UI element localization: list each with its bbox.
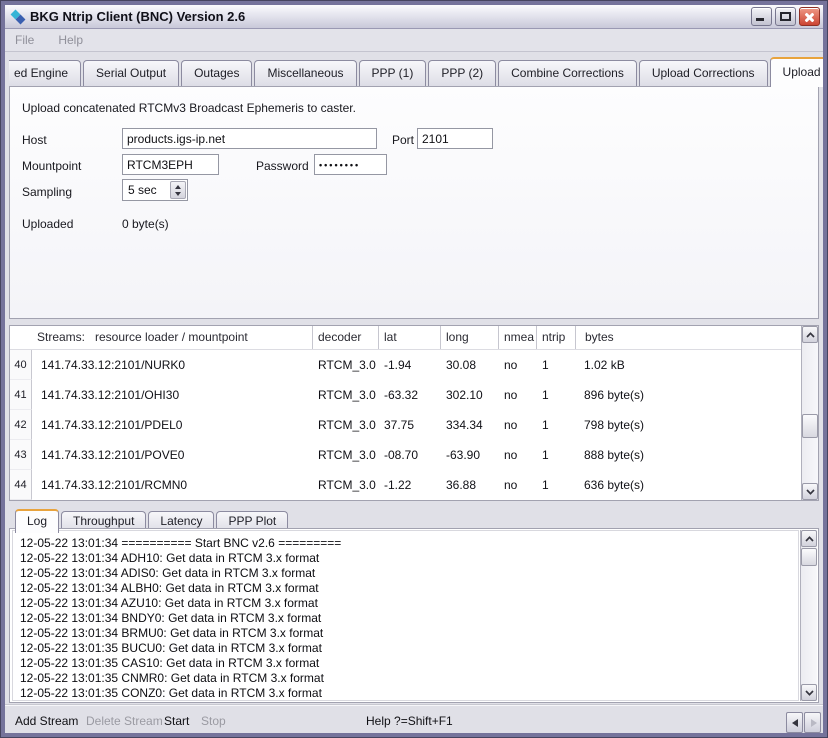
header-mountpoint[interactable]: Streams: resource loader / mountpoint bbox=[32, 326, 312, 349]
upload-ephemeris-panel: Upload concatenated RTCMv3 Broadcast Eph… bbox=[9, 86, 819, 319]
delete-stream-button[interactable]: Delete Stream bbox=[86, 714, 163, 728]
panel-description: Upload concatenated RTCMv3 Broadcast Eph… bbox=[22, 101, 356, 115]
menu-file[interactable]: File bbox=[15, 33, 34, 47]
header-long[interactable]: long bbox=[440, 326, 498, 349]
stop-button[interactable]: Stop bbox=[201, 714, 226, 728]
maximize-icon bbox=[780, 12, 791, 21]
row-number: 43 bbox=[10, 440, 32, 470]
footer-divider bbox=[5, 704, 823, 706]
window-client-area: BKG Ntrip Client (BNC) Version 2.6 File … bbox=[5, 5, 823, 733]
tab-feed-engine[interactable]: ed Engine bbox=[9, 60, 81, 86]
log-scroll-thumb[interactable] bbox=[801, 548, 817, 566]
menu-help[interactable]: Help bbox=[58, 33, 83, 47]
mountpoint-label: Mountpoint bbox=[22, 159, 81, 173]
log-viewport: 12-05-22 13:01:34 ========== Start BNC v… bbox=[12, 530, 799, 701]
menu-bar: File Help bbox=[5, 29, 823, 52]
tab-serial-output[interactable]: Serial Output bbox=[83, 60, 179, 86]
spin-down-icon bbox=[175, 192, 181, 196]
sampling-spinbox[interactable]: 5 sec bbox=[122, 179, 188, 201]
streams-table-header: Streams: resource loader / mountpoint de… bbox=[10, 326, 801, 350]
log-line: 12-05-22 13:01:34 AZU10: Get data in RTC… bbox=[20, 596, 798, 611]
sampling-label: Sampling bbox=[22, 185, 72, 199]
uploaded-value: 0 byte(s) bbox=[122, 217, 169, 231]
footer-button-bar: Add Stream Delete Stream Start Stop Help… bbox=[5, 707, 823, 733]
scroll-down-icon bbox=[806, 489, 815, 495]
tab-combine-corrections[interactable]: Combine Corrections bbox=[498, 60, 637, 86]
password-input[interactable] bbox=[314, 154, 387, 175]
add-stream-button[interactable]: Add Stream bbox=[15, 714, 78, 728]
header-ntrip[interactable]: ntrip bbox=[536, 326, 575, 349]
row-number: 42 bbox=[10, 410, 32, 440]
log-line: 12-05-22 13:01:35 CAS10: Get data in RTC… bbox=[20, 656, 798, 671]
header-decoder[interactable]: decoder bbox=[312, 326, 378, 349]
scroll-up-button[interactable] bbox=[802, 326, 818, 343]
table-row[interactable]: 40 141.74.33.12:2101/NURK0 RTCM_3.0 -1.9… bbox=[10, 350, 801, 380]
minimize-button[interactable] bbox=[751, 7, 772, 26]
window-title: BKG Ntrip Client (BNC) Version 2.6 bbox=[30, 9, 751, 24]
title-bar[interactable]: BKG Ntrip Client (BNC) Version 2.6 bbox=[5, 5, 823, 29]
tab-ppp-1[interactable]: PPP (1) bbox=[359, 60, 427, 86]
settings-tab-bar: ed Engine Serial Output Outages Miscella… bbox=[5, 53, 823, 86]
tab-upload-ephemeris[interactable]: Upload Ephemeris bbox=[770, 57, 823, 87]
tab-upload-corrections[interactable]: Upload Corrections bbox=[639, 60, 768, 86]
log-line: 12-05-22 13:01:34 BNDY0: Get data in RTC… bbox=[20, 611, 798, 626]
tab-ppp-2[interactable]: PPP (2) bbox=[428, 60, 496, 86]
log-line: 12-05-22 13:01:34 ========== Start BNC v… bbox=[20, 536, 798, 551]
scroll-up-icon bbox=[806, 332, 815, 338]
sampling-value: 5 sec bbox=[128, 183, 157, 197]
close-button[interactable] bbox=[799, 7, 820, 26]
streams-scrollbar[interactable] bbox=[801, 326, 818, 500]
table-row[interactable]: 41 141.74.33.12:2101/OHI30 RTCM_3.0 -63.… bbox=[10, 380, 801, 410]
log-line: 12-05-22 13:01:35 CONZ0: Get data in RTC… bbox=[20, 686, 798, 701]
row-number: 41 bbox=[10, 380, 32, 410]
uploaded-label: Uploaded bbox=[22, 217, 73, 231]
header-bytes[interactable]: bytes bbox=[575, 326, 801, 349]
mountpoint-input[interactable] bbox=[122, 154, 219, 175]
password-label: Password bbox=[256, 159, 309, 173]
streams-table: Streams: resource loader / mountpoint de… bbox=[9, 325, 819, 501]
sampling-decrement-button[interactable] bbox=[171, 189, 185, 198]
maximize-button[interactable] bbox=[775, 7, 796, 26]
header-corner bbox=[10, 326, 32, 349]
scroll-up-button[interactable] bbox=[801, 530, 817, 547]
table-row[interactable]: 43 141.74.33.12:2101/POVE0 RTCM_3.0 -08.… bbox=[10, 440, 801, 470]
log-line: 12-05-22 13:01:34 ADH10: Get data in RTC… bbox=[20, 551, 798, 566]
tab-outages[interactable]: Outages bbox=[181, 60, 252, 86]
streams-scroll-thumb[interactable] bbox=[802, 414, 818, 438]
scroll-up-icon bbox=[805, 536, 814, 542]
log-panel: 12-05-22 13:01:34 ========== Start BNC v… bbox=[9, 528, 819, 703]
app-icon bbox=[10, 9, 26, 25]
port-label: Port bbox=[392, 133, 414, 147]
scroll-down-icon bbox=[805, 690, 814, 696]
minimize-icon bbox=[756, 18, 764, 21]
header-nmea[interactable]: nmea bbox=[498, 326, 536, 349]
scroll-down-button[interactable] bbox=[801, 684, 817, 701]
row-number: 40 bbox=[10, 350, 32, 380]
log-line: 12-05-22 13:01:35 CNMR0: Get data in RTC… bbox=[20, 671, 798, 686]
help-shortcut-label: Help ?=Shift+F1 bbox=[366, 714, 453, 728]
log-line: 12-05-22 13:01:34 BRMU0: Get data in RTC… bbox=[20, 626, 798, 641]
log-line: 12-05-22 13:01:34 ADIS0: Get data in RTC… bbox=[20, 566, 798, 581]
port-input[interactable] bbox=[417, 128, 493, 149]
header-lat[interactable]: lat bbox=[378, 326, 440, 349]
table-row[interactable]: 44 141.74.33.12:2101/RCMN0 RTCM_3.0 -1.2… bbox=[10, 470, 801, 500]
start-button[interactable]: Start bbox=[164, 714, 189, 728]
app-window: BKG Ntrip Client (BNC) Version 2.6 File … bbox=[0, 0, 828, 738]
scroll-down-button[interactable] bbox=[802, 483, 818, 500]
tab-log[interactable]: Log bbox=[15, 509, 59, 533]
host-label: Host bbox=[22, 133, 47, 147]
log-scrollbar[interactable] bbox=[800, 530, 817, 701]
tab-miscellaneous[interactable]: Miscellaneous bbox=[254, 60, 356, 86]
log-line: 12-05-22 13:01:34 ALBH0: Get data in RTC… bbox=[20, 581, 798, 596]
row-number: 44 bbox=[10, 470, 32, 500]
table-row[interactable]: 42 141.74.33.12:2101/PDEL0 RTCM_3.0 37.7… bbox=[10, 410, 801, 440]
host-input[interactable] bbox=[122, 128, 377, 149]
log-line: 12-05-22 13:01:35 BUCU0: Get data in RTC… bbox=[20, 641, 798, 656]
